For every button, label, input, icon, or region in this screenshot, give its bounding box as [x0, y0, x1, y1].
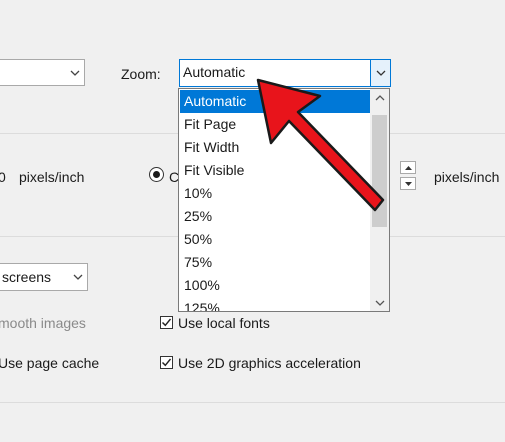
red-arrow-icon	[256, 78, 385, 212]
